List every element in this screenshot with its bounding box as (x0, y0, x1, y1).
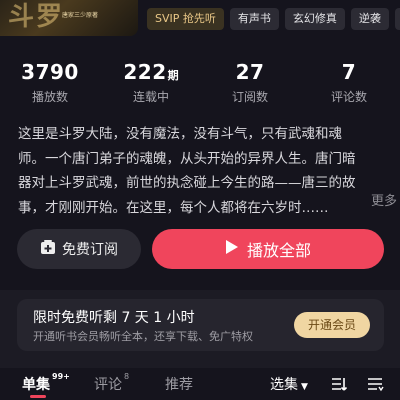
filter-icon[interactable] (366, 375, 384, 393)
subscribe-label: 免费订阅 (62, 242, 118, 258)
member-promo-banner[interactable]: 限时免费听剩 7 天 1 小时 开通听书会员畅听全本，还享下载、免广特权 开通会… (17, 299, 384, 351)
tag-fantasy[interactable]: 玄幻修真 (284, 8, 345, 30)
tag-svip[interactable]: SVIP 抢先听 (147, 8, 224, 30)
book-description[interactable]: 这里是斗罗大陆，没有魔法，没有斗气，只有武魂和魂师。一个唐门弟子的魂魄，从头开始… (18, 122, 363, 220)
stat-episodes: 222期 连载中 (106, 60, 196, 105)
content-tabs: 单集99+ 评论8 推荐 选集 ▼ (0, 368, 400, 400)
stat-subscriptions-label: 订阅数 (231, 90, 268, 104)
book-cover[interactable]: 斗罗 唐家三少原著 (0, 0, 138, 36)
tab-episodes-badge: 99+ (52, 372, 70, 381)
select-episodes-label: 选集 (270, 377, 298, 393)
stat-comments[interactable]: 7 评论数 (304, 60, 394, 105)
open-membership-button[interactable]: 开通会员 (294, 312, 370, 338)
stat-comments-value: 7 (341, 60, 357, 84)
stat-subscriptions: 27 订阅数 (205, 60, 295, 105)
cover-subtitle: 唐家三少原著 (62, 12, 99, 19)
stat-episodes-unit: 期 (167, 69, 179, 82)
tab-comments-label: 评论 (94, 377, 122, 393)
tab-recommend-label: 推荐 (165, 377, 193, 393)
description-more-link[interactable]: 更多 (357, 190, 398, 209)
tag-list: SVIP 抢先听 有声书 玄幻修真 逆袭 › (147, 8, 400, 30)
play-icon (225, 239, 239, 259)
stat-comments-label: 评论数 (330, 90, 367, 104)
stat-episodes-label: 连载中 (132, 90, 169, 104)
caret-down-icon: ▼ (301, 382, 308, 392)
tag-audiobook[interactable]: 有声书 (229, 8, 279, 30)
cover-title-art: 斗罗 (8, 2, 65, 32)
play-all-button[interactable]: 播放全部 (152, 229, 384, 269)
tags-more-button[interactable]: › (394, 8, 400, 30)
promo-subtitle: 开通听书会员畅听全本，还享下载、免广特权 (33, 330, 253, 343)
stat-episodes-value: 222 (123, 60, 167, 84)
sort-icon[interactable] (330, 375, 348, 393)
subscribe-button[interactable]: 免费订阅 (17, 229, 141, 269)
subscribe-plus-icon (40, 239, 56, 259)
tab-episodes-label: 单集 (22, 377, 50, 393)
promo-title: 限时免费听剩 7 天 1 小时 (33, 310, 195, 326)
stat-plays-value: 3790 (21, 60, 79, 84)
tab-episodes[interactable]: 单集99+ (22, 372, 70, 394)
stat-plays: 3790 播放数 (5, 60, 95, 105)
tab-comments[interactable]: 评论8 (94, 372, 130, 394)
tag-comeback[interactable]: 逆袭 (350, 8, 389, 30)
active-tab-indicator (30, 395, 46, 398)
stats-row: 3790 播放数 222期 连载中 27 订阅数 7 评论数 (0, 60, 400, 104)
stat-plays-label: 播放数 (31, 90, 68, 104)
stat-subscriptions-value: 27 (235, 60, 265, 84)
tab-comments-badge: 8 (124, 372, 130, 381)
play-all-label: 播放全部 (246, 241, 311, 260)
tab-recommend[interactable]: 推荐 (165, 374, 193, 394)
select-episodes-dropdown[interactable]: 选集 ▼ (270, 374, 308, 394)
